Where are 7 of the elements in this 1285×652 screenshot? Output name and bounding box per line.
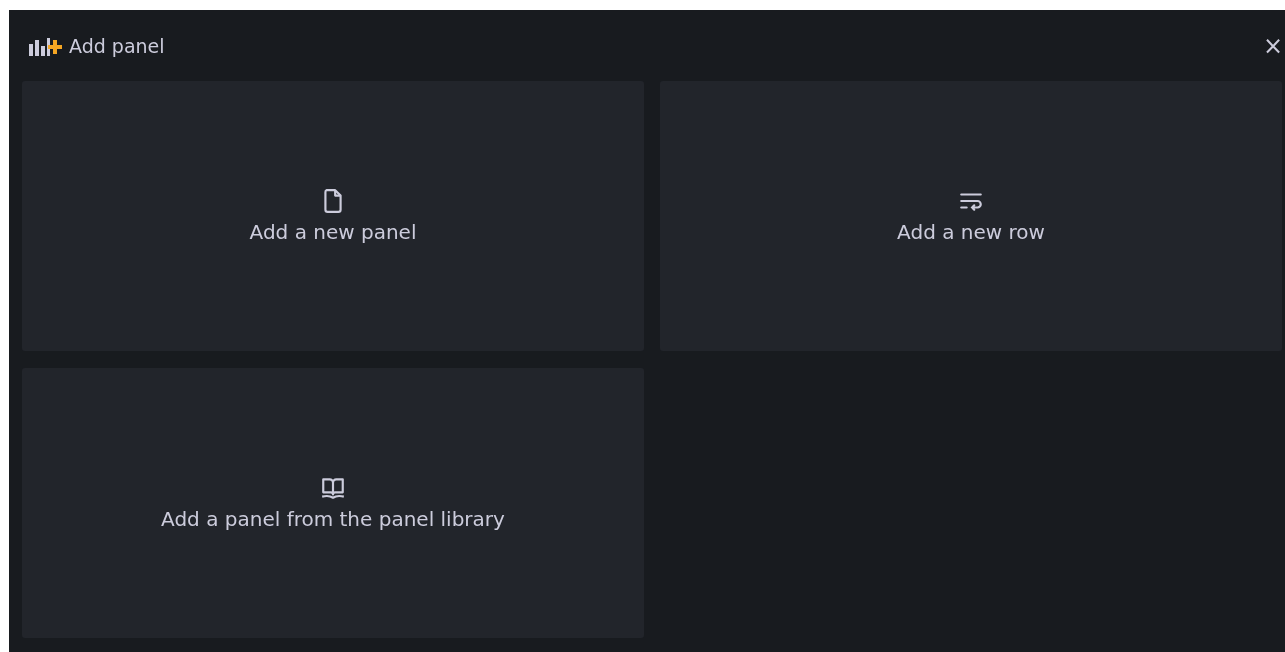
close-button[interactable]: × <box>1260 31 1285 60</box>
book-icon <box>320 475 346 501</box>
bar-chart-plus-icon <box>29 35 63 56</box>
option-card[interactable]: Add a new row <box>660 81 1282 351</box>
dialog-title: Add panel <box>69 34 165 57</box>
option-card[interactable]: Add a new panel <box>22 81 644 351</box>
option-card[interactable]: Add a panel from the panel library <box>22 368 644 638</box>
